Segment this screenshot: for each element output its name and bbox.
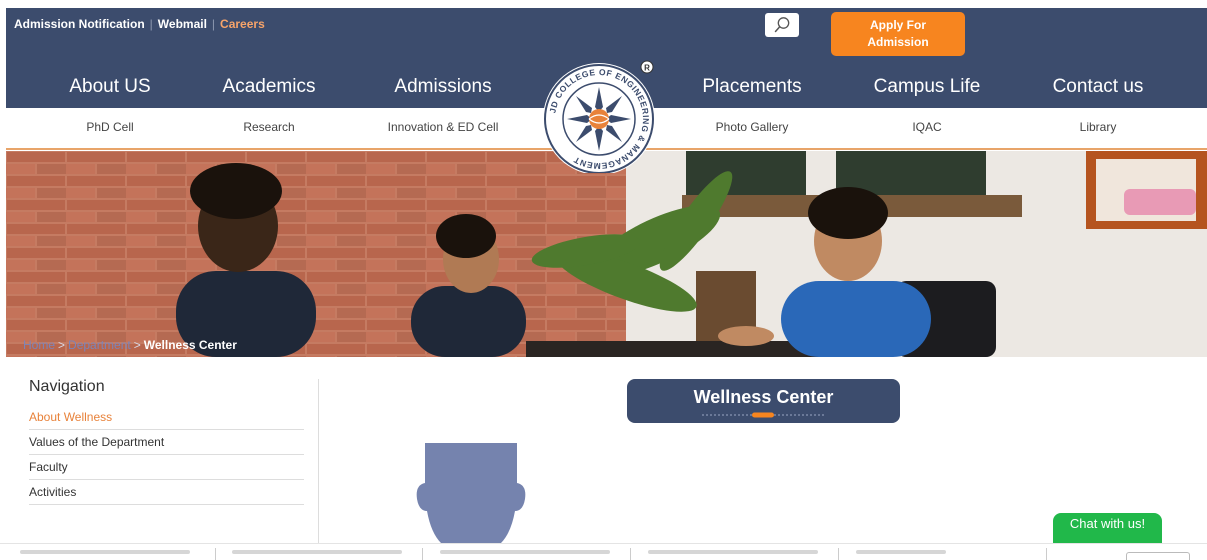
registered-mark: R <box>644 64 650 73</box>
vertical-divider <box>318 379 319 544</box>
link-separator: | <box>149 17 153 31</box>
search-button[interactable] <box>765 13 799 37</box>
footer-text-placeholder <box>20 550 190 554</box>
footer-divider <box>215 548 216 560</box>
footer-text-placeholder <box>856 550 946 554</box>
careers-link[interactable]: Careers <box>220 17 265 31</box>
subnav-iqac[interactable]: IQAC <box>912 120 941 134</box>
nav-item-values-of-department[interactable]: Values of the Department <box>29 430 304 455</box>
breadcrumb-separator: > <box>58 338 66 352</box>
nav-admissions[interactable]: Admissions <box>394 76 491 98</box>
link-separator: | <box>211 17 216 31</box>
breadcrumb-department[interactable]: Department <box>68 338 131 352</box>
faculty-photo-placeholder <box>415 443 527 548</box>
hero-photo <box>6 151 1207 357</box>
footer-divider <box>1046 548 1047 560</box>
subnav-research[interactable]: Research <box>243 120 294 134</box>
page-title: Wellness Center <box>693 387 834 407</box>
nav-contact-us[interactable]: Contact us <box>1053 76 1144 98</box>
footer-text-placeholder <box>232 550 402 554</box>
college-seal-icon: JD COLLEGE OF ENGINEERING & MANAGEMENT R <box>543 60 655 175</box>
hero-banner <box>6 151 1207 357</box>
top-links: Admission Notification | Webmail | Careers <box>14 17 265 31</box>
navigation-list: About Wellness Values of the Department … <box>29 405 304 505</box>
breadcrumb-current: Wellness Center <box>143 338 237 352</box>
subnav-innovation-ed-cell[interactable]: Innovation & ED Cell <box>388 120 499 134</box>
nav-placements[interactable]: Placements <box>702 76 801 98</box>
footer-box[interactable] <box>1126 552 1190 560</box>
breadcrumb-separator: > <box>133 338 141 352</box>
subnav-phd-cell[interactable]: PhD Cell <box>86 120 133 134</box>
apply-line-2: Admission <box>867 35 929 49</box>
subnav-photo-gallery[interactable]: Photo Gallery <box>716 120 789 134</box>
user-placeholder-icon <box>416 443 526 543</box>
breadcrumb: Home > Department > Wellness Center <box>23 338 237 352</box>
chat-with-us-button[interactable]: Chat with us! <box>1053 513 1162 544</box>
nav-item-activities[interactable]: Activities <box>29 480 304 505</box>
bottom-info-strip <box>0 543 1207 560</box>
footer-divider <box>422 548 423 560</box>
footer-text-placeholder <box>648 550 818 554</box>
nav-academics[interactable]: Academics <box>223 76 316 98</box>
admission-notification-link[interactable]: Admission Notification <box>14 17 145 31</box>
subnav-library[interactable]: Library <box>1080 120 1117 134</box>
nav-about-us[interactable]: About US <box>69 76 150 98</box>
college-logo[interactable]: JD COLLEGE OF ENGINEERING & MANAGEMENT R <box>539 57 659 175</box>
footer-divider <box>838 548 839 560</box>
page-title-badge: Wellness Center <box>627 379 900 423</box>
title-underline-decoration <box>702 412 826 418</box>
footer-text-placeholder <box>440 550 610 554</box>
search-icon <box>774 17 790 33</box>
nav-item-faculty[interactable]: Faculty <box>29 455 304 480</box>
apply-for-admission-button[interactable]: Apply For Admission <box>831 12 965 56</box>
webmail-link[interactable]: Webmail <box>158 17 207 31</box>
apply-line-1: Apply For <box>870 18 926 32</box>
top-utility-bar: Admission Notification | Webmail | Careers A… <box>6 8 1207 56</box>
nav-campus-life[interactable]: Campus Life <box>874 76 981 98</box>
nav-item-about-wellness[interactable]: About Wellness <box>29 405 304 430</box>
footer-divider <box>630 548 631 560</box>
navigation-title: Navigation <box>29 378 105 395</box>
breadcrumb-home[interactable]: Home <box>23 338 55 352</box>
